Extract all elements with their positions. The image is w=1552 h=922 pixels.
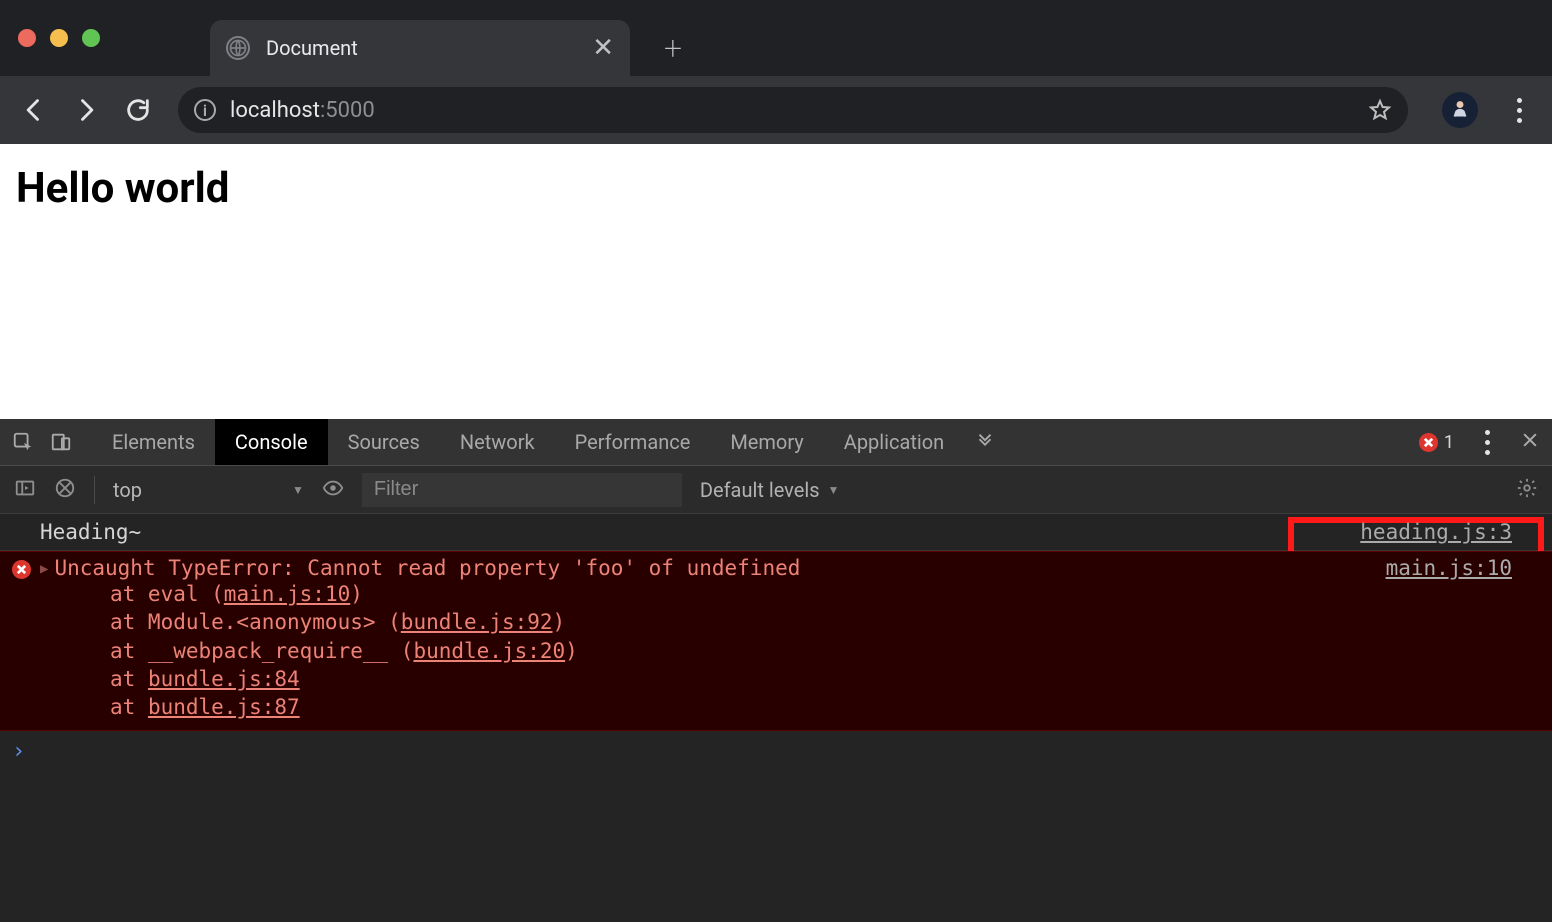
tab-performance[interactable]: Performance [555, 419, 711, 465]
page-heading: Hello world [16, 164, 1536, 213]
clear-console-icon[interactable] [54, 477, 76, 503]
maximize-window-button[interactable] [82, 29, 100, 47]
stack-frame: at __webpack_require__ (bundle.js:20) [110, 637, 1542, 665]
site-info-icon[interactable]: i [194, 99, 216, 121]
devtools-panel: Elements Console Sources Network Perform… [0, 419, 1552, 922]
minimize-window-button[interactable] [50, 29, 68, 47]
globe-icon [226, 36, 250, 60]
tab-console[interactable]: Console [215, 419, 328, 465]
devtools-close-button[interactable] [1520, 430, 1540, 454]
console-output: Heading~ heading.js:3 ▶ Uncaught TypeErr… [0, 514, 1552, 922]
device-toolbar-icon[interactable] [50, 431, 72, 453]
stack-link[interactable]: bundle.js:87 [148, 695, 300, 719]
error-count-pill[interactable]: 1 [1419, 432, 1454, 453]
log-message-row: Heading~ heading.js:3 [0, 514, 1552, 551]
inspect-element-icon[interactable] [12, 431, 34, 453]
error-message-text: Uncaught TypeError: Cannot read property… [54, 556, 800, 580]
error-icon [12, 560, 31, 579]
close-tab-button[interactable]: ✕ [592, 33, 614, 63]
devtools-tab-bar: Elements Console Sources Network Perform… [0, 419, 1552, 466]
new-tab-button[interactable]: + [664, 29, 682, 67]
tab-sources[interactable]: Sources [328, 419, 440, 465]
tab-application[interactable]: Application [824, 419, 964, 465]
tab-network[interactable]: Network [440, 419, 555, 465]
stack-link[interactable]: bundle.js:92 [401, 610, 553, 634]
error-icon [1419, 433, 1438, 452]
url-text: localhost:5000 [230, 98, 375, 123]
browser-menu-button[interactable] [1504, 98, 1534, 123]
expand-icon[interactable]: ▶ [40, 561, 48, 577]
browser-tab-strip: Document ✕ + [0, 0, 1552, 76]
close-window-button[interactable] [18, 29, 36, 47]
error-message-row: ▶ Uncaught TypeError: Cannot read proper… [0, 551, 1552, 731]
stack-trace: at eval (main.js:10) at Module.<anonymou… [110, 580, 1542, 722]
tab-memory[interactable]: Memory [710, 419, 823, 465]
bookmark-star-icon[interactable] [1368, 98, 1392, 122]
stack-frame: at bundle.js:87 [110, 693, 1542, 721]
stack-link[interactable]: bundle.js:84 [148, 667, 300, 691]
stack-frame: at bundle.js:84 [110, 665, 1542, 693]
console-toolbar: top▼ Default levels▼ [0, 466, 1552, 514]
reload-button[interactable] [118, 90, 158, 130]
console-prompt[interactable]: › [0, 731, 1552, 772]
forward-button[interactable] [66, 90, 106, 130]
console-settings-icon[interactable] [1516, 477, 1538, 503]
browser-toolbar: i localhost:5000 [0, 76, 1552, 144]
address-bar[interactable]: i localhost:5000 [178, 87, 1408, 133]
stack-link[interactable]: main.js:10 [224, 582, 350, 606]
stack-frame: at eval (main.js:10) [110, 580, 1542, 608]
context-selector[interactable]: top▼ [113, 478, 304, 502]
error-source-link[interactable]: main.js:10 [1386, 556, 1542, 580]
stack-link[interactable]: bundle.js:20 [413, 639, 565, 663]
back-button[interactable] [14, 90, 54, 130]
window-controls [18, 29, 100, 47]
profile-avatar[interactable] [1442, 92, 1478, 128]
live-expression-icon[interactable] [322, 477, 344, 503]
filter-input[interactable] [362, 473, 682, 507]
browser-tab[interactable]: Document ✕ [210, 20, 630, 76]
log-levels-selector[interactable]: Default levels▼ [700, 478, 840, 502]
log-source-link[interactable]: heading.js:3 [1360, 520, 1542, 544]
more-tabs-icon[interactable] [974, 431, 996, 453]
toggle-sidebar-icon[interactable] [14, 477, 36, 503]
tab-title: Document [266, 36, 576, 60]
log-message-text: Heading~ [40, 520, 141, 544]
tab-elements[interactable]: Elements [92, 419, 215, 465]
devtools-menu-button[interactable] [1472, 430, 1502, 455]
page-viewport: Hello world [0, 144, 1552, 419]
stack-frame: at Module.<anonymous> (bundle.js:92) [110, 608, 1542, 636]
